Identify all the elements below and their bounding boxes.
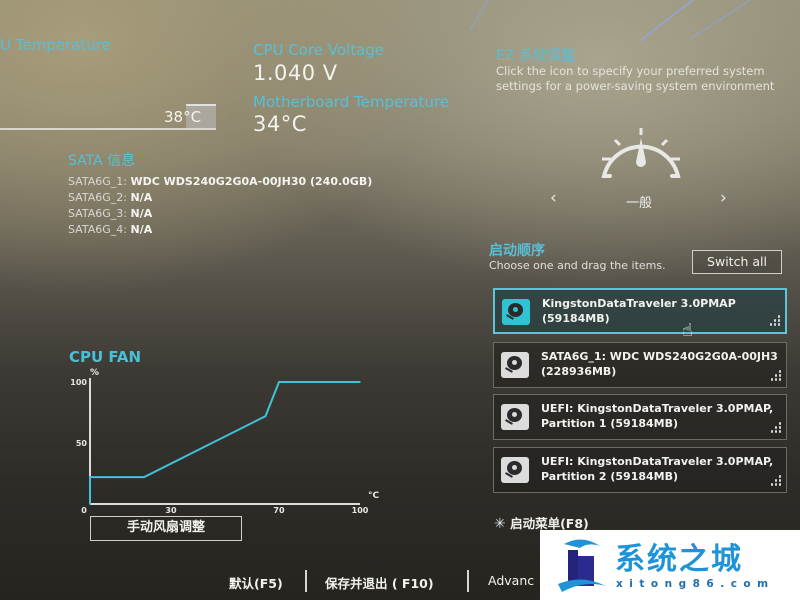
boot-device-detail: (228936MB) — [541, 365, 617, 378]
speedometer-icon[interactable] — [596, 118, 686, 180]
motherboard-temperature-label: Motherboard Temperature — [253, 93, 450, 111]
motherboard-temperature-value: 34°C — [253, 112, 307, 136]
manual-fan-tuning-button[interactable]: 手动风扇调整 — [90, 516, 242, 541]
boot-menu-label: 启动菜单(F8) — [510, 516, 589, 531]
ez-prev-mode-button[interactable]: ‹ — [550, 188, 557, 208]
fan-curve-point — [264, 415, 267, 417]
background-streak — [639, 0, 736, 42]
drag-handle-icon[interactable] — [767, 475, 781, 487]
y-axis-label: % — [90, 368, 99, 378]
y-tick-label: 50 — [76, 439, 88, 448]
boot-menu-icon: ✳ — [494, 516, 506, 532]
hard-disk-icon — [501, 457, 529, 483]
boot-device-item[interactable]: SATA6G_1: WDC WDS240G2G0A-00JH3 (228936MB… — [493, 342, 787, 388]
ez-next-mode-button[interactable]: › — [720, 188, 727, 208]
boot-device-item[interactable]: UEFI: KingstonDataTraveler 3.0PMAP, Parti… — [493, 447, 787, 493]
cpu-voltage-label: CPU Core Voltage — [253, 41, 385, 59]
boot-device-item[interactable]: UEFI: KingstonDataTraveler 3.0PMAP, Parti… — [493, 394, 787, 440]
sata-port-device: N/A — [130, 191, 153, 204]
sata-port-row: SATA6G_2: N/A — [68, 190, 372, 206]
boot-device-name: UEFI: KingstonDataTraveler 3.0PMAP, — [541, 402, 774, 415]
sata-info-title: SATA 信息 — [68, 153, 136, 169]
ez-mode-label: 一般 — [626, 196, 653, 211]
boot-device-name: UEFI: KingstonDataTraveler 3.0PMAP, — [541, 455, 774, 468]
cpu-fan-chart[interactable]: % °C 0 30 70 100 50 100 — [62, 364, 392, 520]
sata-port-device: N/A — [130, 223, 153, 236]
boot-device-name: SATA6G_1: WDC WDS240G2G0A-00JH3 — [541, 350, 778, 363]
fan-curve-point — [359, 381, 361, 383]
hand-cursor-icon: ☝ — [682, 320, 693, 341]
fan-curve-point — [89, 476, 91, 478]
sata-port-name: SATA6G_1: — [68, 175, 127, 188]
x-tick-label: 0 — [81, 506, 87, 515]
background-streak — [469, 0, 501, 32]
drag-handle-icon[interactable] — [767, 422, 781, 434]
boot-priority-title: 启动顺序 — [489, 243, 545, 259]
sata-info-panel: SATA 信息 SATA6G_1: WDC WDS240G2G0A-00JH30… — [68, 150, 372, 238]
sata-port-name: SATA6G_3: — [68, 207, 127, 220]
fan-curve-line — [89, 381, 360, 504]
sata-port-row: SATA6G_4: N/A — [68, 222, 372, 238]
y-tick-label: 100 — [70, 378, 87, 387]
boot-device-name: KingstonDataTraveler 3.0PMAP — [542, 297, 736, 310]
hard-disk-icon — [502, 299, 530, 325]
switch-all-button[interactable]: Switch all — [692, 250, 782, 274]
boot-priority-hint: Choose one and drag the items. — [489, 259, 666, 272]
x-tick-label: 30 — [165, 506, 177, 515]
x-axis-label: °C — [368, 491, 380, 501]
fan-curve-point — [278, 381, 280, 383]
x-tick-label: 100 — [352, 506, 369, 515]
ez-tuning-title: EZ 系统调整 — [496, 48, 575, 64]
x-tick-label: 70 — [273, 506, 285, 515]
watermark-title: 系统之城 — [615, 542, 743, 577]
footer-divider — [467, 570, 469, 592]
footer-divider — [305, 570, 307, 592]
sata-port-name: SATA6G_2: — [68, 191, 127, 204]
watermark-logo-icon — [558, 539, 606, 592]
fan-curve-point — [143, 476, 145, 478]
background-streak — [689, 0, 783, 40]
hard-disk-icon — [501, 352, 529, 378]
sata-port-row: SATA6G_1: WDC WDS240G2G0A-00JH30 (240.0G… — [68, 174, 372, 190]
default-f5-button[interactable]: 默认(F5) — [229, 573, 283, 592]
cpu-voltage-value: 1.040 V — [253, 61, 338, 85]
watermark: 系统之城 xitong86.com — [540, 530, 800, 600]
drag-handle-icon[interactable] — [766, 315, 780, 327]
sata-port-device: WDC WDS240G2G0A-00JH30 (240.0GB) — [130, 175, 373, 188]
fan-curve-point — [89, 503, 91, 505]
cpu-temperature-value: 38°C — [164, 108, 202, 126]
save-exit-f10-button[interactable]: 保存并退出 ( F10) — [325, 573, 434, 592]
boot-device-detail: (59184MB) — [542, 312, 610, 325]
boot-device-detail: Partition 2 (59184MB) — [541, 470, 679, 483]
hard-disk-icon — [501, 404, 529, 430]
cpu-temperature-bar — [0, 128, 216, 130]
watermark-url: xitong86.com — [616, 578, 775, 590]
cpu-temperature-label: U Temperature — [0, 36, 111, 54]
sata-port-row: SATA6G_3: N/A — [68, 206, 372, 222]
ez-tuning-description: Click the icon to specify your preferred… — [496, 64, 775, 93]
sata-port-name: SATA6G_4: — [68, 223, 127, 236]
advanced-mode-button[interactable]: Advanc — [488, 573, 534, 588]
boot-device-item[interactable]: KingstonDataTraveler 3.0PMAP (59184MB) — [493, 288, 787, 334]
sata-port-device: N/A — [130, 207, 153, 220]
boot-device-detail: Partition 1 (59184MB) — [541, 417, 679, 430]
drag-handle-icon[interactable] — [767, 370, 781, 382]
